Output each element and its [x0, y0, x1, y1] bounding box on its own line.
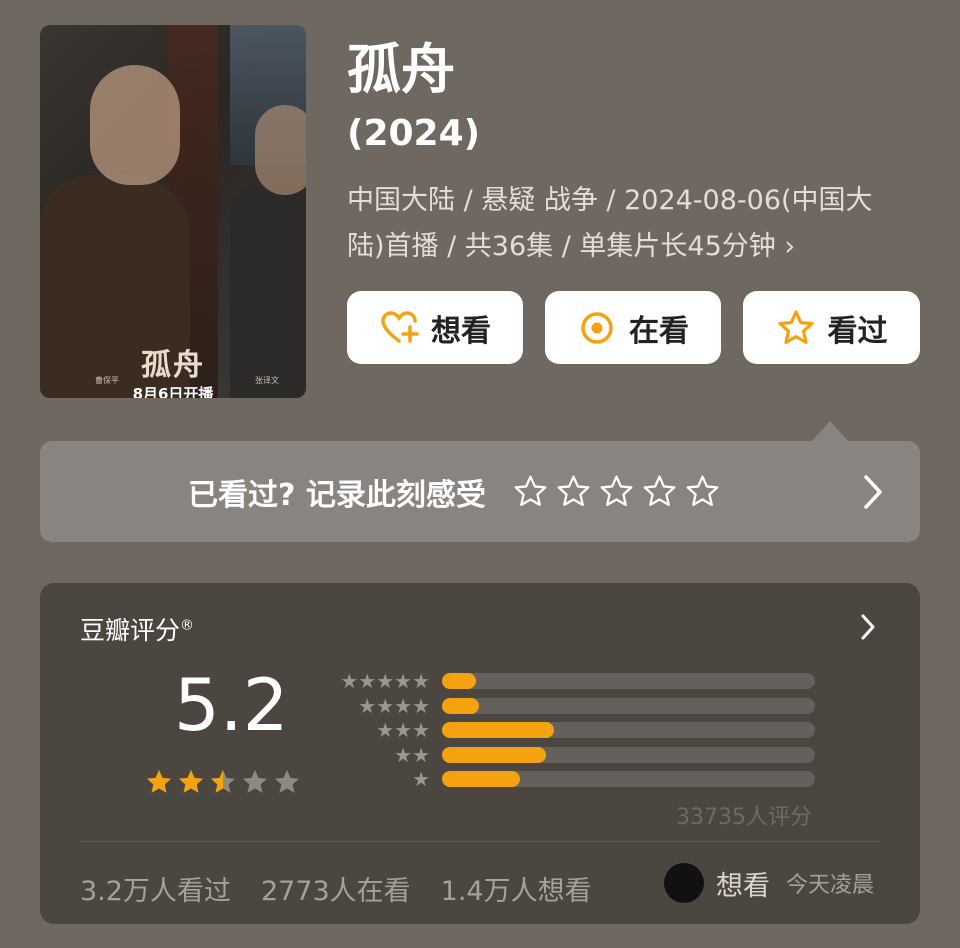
watched-button[interactable]: 看过: [743, 291, 920, 364]
rating-stars-input[interactable]: [512, 473, 721, 510]
rate-prompt-bar[interactable]: 已看过? 记录此刻感受: [40, 441, 920, 542]
poster-release: 8月6日开播: [132, 385, 214, 398]
poster-face-right: [255, 105, 306, 195]
distribution-star-label: ★★★★★: [340, 669, 430, 693]
douban-rating-card: 豆瓣评分® 5.2 ★★★★★ ★★★★ ★★★ ★★ ★ 33735人评分 3.2万人…: [40, 583, 920, 924]
heart-plus-icon: [381, 310, 419, 343]
distribution-star-label: ★★: [394, 742, 430, 767]
show-year: (2024): [347, 113, 481, 154]
target-icon: [581, 311, 613, 344]
friend-activity[interactable]: 想看 今天凌晨: [664, 863, 874, 903]
star-5-icon[interactable]: [684, 473, 721, 510]
score-star-icon: [147, 770, 171, 793]
popover-caret: [812, 421, 848, 441]
distribution-star-label: ★: [412, 767, 430, 791]
divider: [80, 841, 880, 842]
poster-image[interactable]: 曹保平 张译文 孤舟 8月6日开播: [40, 25, 306, 398]
rating-card-label: 豆瓣评分®: [80, 616, 195, 645]
friend-time: 今天凌晨: [786, 873, 875, 898]
distribution-track: [442, 697, 815, 714]
rate-prompt-text: 已看过? 记录此刻感受: [188, 477, 486, 513]
rating-score: 5.2: [174, 663, 289, 747]
score-star-icon: [243, 770, 267, 793]
star-4-icon[interactable]: [641, 473, 678, 510]
want-button-label: 想看: [431, 313, 491, 349]
distribution-star-label: ★★★★: [358, 693, 430, 718]
want-button[interactable]: 想看: [347, 291, 523, 364]
distribution-row: ★★: [336, 743, 816, 767]
distribution-row: ★: [336, 767, 816, 791]
distribution-bar: [442, 697, 480, 714]
watching-button[interactable]: 在看: [545, 291, 721, 364]
show-title: 孤舟: [347, 38, 455, 101]
distribution-bar: [442, 673, 476, 689]
watched-button-label: 看过: [827, 313, 888, 349]
stat-watching[interactable]: 2773人在看: [261, 869, 411, 908]
distribution-row: ★★★: [336, 718, 816, 742]
rating-card-chevron-icon[interactable]: [860, 613, 876, 641]
score-star-icon: [211, 770, 235, 793]
show-meta[interactable]: 中国大陆 / 悬疑 战争 / 2024-08-06(中国大陆)首播 / 共36集…: [347, 178, 907, 270]
distribution-star-label: ★★★: [376, 718, 430, 742]
watch-stats: 3.2万人看过 2773人在看 1.4万人想看: [80, 869, 592, 908]
distribution-track: [442, 746, 815, 763]
avatar[interactable]: [664, 863, 704, 903]
distribution-track: [442, 771, 815, 787]
rating-count: 33735人评分: [676, 805, 812, 830]
stat-watched[interactable]: 3.2万人看过: [80, 869, 231, 908]
poster-title-art: 孤舟: [141, 348, 205, 383]
score-star-icon: [179, 770, 203, 793]
friend-action: 想看: [716, 870, 770, 902]
score-stars: [144, 767, 302, 797]
star-3-icon[interactable]: [598, 473, 635, 510]
distribution-bar: [442, 746, 547, 763]
watching-button-label: 在看: [629, 313, 689, 349]
stat-want[interactable]: 1.4万人想看: [441, 869, 592, 908]
distribution-track: [442, 722, 815, 738]
distribution-row: ★★★★★: [336, 669, 816, 693]
star-outline-icon: [777, 309, 814, 344]
distribution-track: [442, 673, 815, 689]
chevron-right-icon[interactable]: [862, 473, 884, 511]
score-star-icon: [275, 770, 299, 793]
star-1-icon[interactable]: [512, 473, 549, 510]
distribution-bar: [442, 722, 554, 738]
star-2-icon[interactable]: [555, 473, 592, 510]
distribution-bar: [442, 771, 521, 787]
distribution-row: ★★★★: [336, 694, 816, 718]
poster-face-left: [90, 65, 180, 185]
